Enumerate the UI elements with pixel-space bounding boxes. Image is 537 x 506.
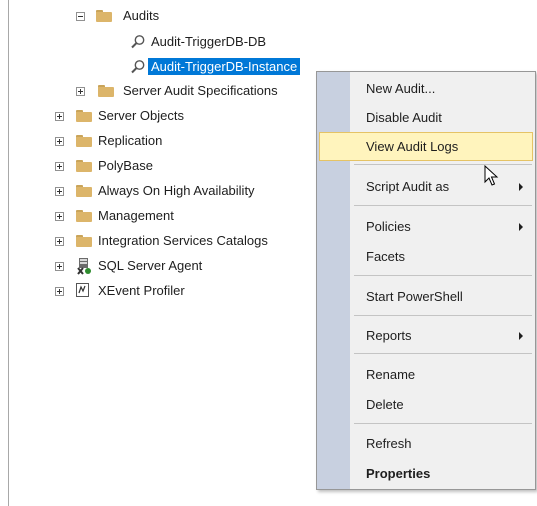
tree-node-xevent-profiler[interactable]: XEvent Profiler [0, 280, 320, 302]
tree-label: Management [98, 208, 174, 223]
mouse-pointer-icon [484, 164, 500, 187]
menu-separator [354, 315, 532, 316]
tree-node-server-objects[interactable]: Server Objects [0, 105, 320, 127]
menu-item-properties[interactable]: Properties [319, 459, 533, 488]
tree-node-polybase[interactable]: PolyBase [0, 155, 320, 177]
menu-item-facets[interactable]: Facets [319, 242, 533, 271]
folder-icon [76, 160, 92, 172]
folder-icon [76, 185, 92, 197]
menu-item-reports[interactable]: Reports [319, 321, 533, 350]
tree-node-audit-instance[interactable]: Audit-TriggerDB-Instance [0, 56, 345, 78]
folder-icon [76, 110, 92, 122]
tree-label: Audit-TriggerDB-DB [151, 34, 267, 49]
collapse-icon[interactable] [76, 12, 85, 21]
menu-item-start-powershell[interactable]: Start PowerShell [319, 282, 533, 311]
folder-icon [76, 135, 92, 147]
audit-magnifier-icon [130, 59, 146, 75]
expand-icon[interactable] [55, 187, 64, 196]
menu-item-rename[interactable]: Rename [319, 360, 533, 389]
folder-icon [76, 210, 92, 222]
menu-item-disable-audit[interactable]: Disable Audit [319, 103, 533, 132]
menu-item-policies[interactable]: Policies [319, 212, 533, 241]
tree-node-replication[interactable]: Replication [0, 130, 320, 152]
submenu-arrow-icon [519, 183, 523, 191]
sql-agent-icon [76, 257, 92, 275]
expand-icon[interactable] [55, 212, 64, 221]
tree-label: XEvent Profiler [98, 283, 185, 298]
expand-icon[interactable] [55, 137, 64, 146]
tree-node-sql-server-agent[interactable]: SQL Server Agent [0, 255, 320, 277]
expand-icon[interactable] [55, 112, 64, 121]
tree-node-server-audit-specifications[interactable]: Server Audit Specifications [0, 80, 320, 102]
expand-icon[interactable] [55, 287, 64, 296]
submenu-arrow-icon [519, 223, 523, 231]
tree-label: Server Objects [98, 108, 184, 123]
audit-magnifier-icon [130, 34, 146, 50]
tree-label: Replication [98, 133, 163, 148]
menu-item-delete[interactable]: Delete [319, 390, 533, 419]
tree-label: Integration Services Catalogs [98, 233, 268, 248]
folder-icon [98, 85, 114, 97]
tree-node-management[interactable]: Management [0, 205, 320, 227]
tree-label-selected: Audit-TriggerDB-Instance [148, 58, 301, 75]
tree-label: Server Audit Specifications [123, 83, 278, 98]
menu-item-view-audit-logs[interactable]: View Audit Logs [319, 132, 533, 161]
tree-label: Always On High Availability [98, 183, 255, 198]
tree-label: Audits [123, 8, 160, 23]
tree-node-audit-db[interactable]: Audit-TriggerDB-DB [0, 31, 320, 53]
menu-separator [354, 164, 532, 165]
tree-node-always-on[interactable]: Always On High Availability [0, 180, 320, 202]
tree-label: PolyBase [98, 158, 153, 173]
menu-item-script-audit-as[interactable]: Script Audit as [319, 172, 533, 201]
tree-node-audits[interactable]: Audits [0, 5, 300, 27]
xevent-profiler-icon [76, 283, 90, 298]
menu-item-new-audit[interactable]: New Audit... [319, 74, 533, 103]
expand-icon[interactable] [55, 262, 64, 271]
expand-icon[interactable] [76, 87, 85, 96]
tree-node-integration-services[interactable]: Integration Services Catalogs [0, 230, 320, 252]
menu-separator [354, 275, 532, 276]
tree-label: SQL Server Agent [98, 258, 203, 273]
menu-separator [354, 205, 532, 206]
folder-icon [76, 235, 92, 247]
context-menu: New Audit... Disable Audit View Audit Lo… [316, 71, 536, 490]
menu-item-refresh[interactable]: Refresh [319, 429, 533, 458]
menu-separator [354, 423, 532, 424]
menu-separator [354, 353, 532, 354]
submenu-arrow-icon [519, 332, 523, 340]
folder-icon [96, 10, 112, 22]
expand-icon[interactable] [55, 237, 64, 246]
expand-icon[interactable] [55, 162, 64, 171]
